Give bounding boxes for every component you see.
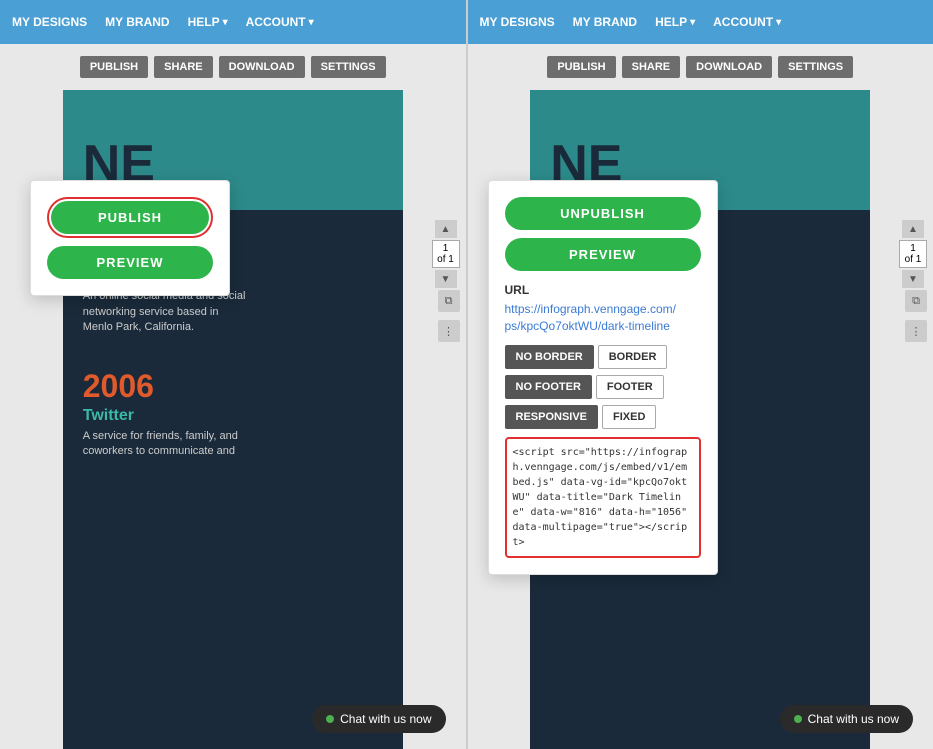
nav-help-right[interactable]: HELP ▾	[655, 15, 695, 29]
chat-dot-left	[326, 715, 334, 723]
download-btn-right[interactable]: DOWNLOAD	[686, 56, 772, 78]
right-design-area: UNPUBLISH PREVIEW URL https://infograph.…	[468, 90, 933, 749]
settings-btn-right[interactable]: SETTINGS	[778, 56, 853, 78]
right-nav: MY DESIGNS MY BRAND HELP ▾ ACCOUNT ▾	[468, 0, 933, 44]
year-2006-left: 2006	[83, 369, 383, 404]
right-toolbar: PUBLISH SHARE DOWNLOAD SETTINGS	[468, 44, 933, 90]
chat-label-left: Chat with us now	[340, 712, 431, 726]
twitter-desc-left: A service for friends, family, andcowork…	[83, 429, 383, 460]
publish-popup-right: UNPUBLISH PREVIEW URL https://infograph.…	[488, 180, 718, 575]
left-design-area: PUBLISH PREVIEW NE atforms 2004 Facebook…	[0, 90, 466, 749]
share-btn-right[interactable]: SHARE	[622, 56, 681, 78]
twitter-name-left: Twitter	[83, 407, 383, 425]
preview-green-btn[interactable]: PREVIEW	[47, 246, 213, 279]
right-panel: MY DESIGNS MY BRAND HELP ▾ ACCOUNT ▾ PUB…	[466, 0, 933, 749]
footer-toggle-row: NO FOOTER FOOTER	[505, 375, 701, 399]
border-btn[interactable]: BORDER	[598, 345, 668, 369]
chat-dot-right	[794, 715, 802, 723]
canvas-2006-left: 2006 Twitter A service for friends, fami…	[63, 349, 403, 469]
chat-button-left[interactable]: Chat with us now	[312, 705, 445, 733]
more-icon-right[interactable]: ⋮	[905, 320, 927, 342]
page-indicator-left: 1of 1	[432, 240, 460, 268]
scroll-controls-left: ▲ 1of 1 ▼	[432, 220, 460, 288]
publish-green-btn[interactable]: PUBLISH	[51, 201, 209, 234]
embed-code-box[interactable]: <script src="https://infograph.venngage.…	[505, 437, 701, 558]
publish-btn-left[interactable]: PUBLISH	[80, 56, 148, 78]
left-panel: MY DESIGNS MY BRAND HELP ▾ ACCOUNT ▾ PUB…	[0, 0, 466, 749]
no-border-btn[interactable]: NO BORDER	[505, 345, 594, 369]
publish-popup-left: PUBLISH PREVIEW	[30, 180, 230, 296]
responsive-btn[interactable]: RESPONSIVE	[505, 405, 599, 429]
scroll-controls-right: ▲ 1of 1 ▼	[899, 220, 927, 288]
left-nav: MY DESIGNS MY BRAND HELP ▾ ACCOUNT ▾	[0, 0, 466, 44]
chat-button-right[interactable]: Chat with us now	[780, 705, 913, 733]
side-icons-right: ⧉ ⋮	[905, 290, 927, 342]
border-toggle-row: NO BORDER BORDER	[505, 345, 701, 369]
facebook-desc-left: An online social media and socialnetwork…	[83, 289, 383, 335]
url-link[interactable]: https://infograph.venngage.com/ps/kpcQo7…	[505, 301, 701, 335]
publish-highlight: PUBLISH	[47, 197, 213, 238]
nav-my-brand-left[interactable]: MY BRAND	[105, 15, 169, 29]
responsive-toggle-row: RESPONSIVE FIXED	[505, 405, 701, 429]
publish-btn-right[interactable]: PUBLISH	[547, 56, 615, 78]
download-btn-left[interactable]: DOWNLOAD	[219, 56, 305, 78]
nav-my-brand-right[interactable]: MY BRAND	[573, 15, 637, 29]
side-icons-left: ⧉ ⋮	[438, 290, 460, 342]
share-btn-left[interactable]: SHARE	[154, 56, 213, 78]
footer-btn[interactable]: FOOTER	[596, 375, 664, 399]
scroll-up-left[interactable]: ▲	[435, 220, 457, 238]
scroll-down-right[interactable]: ▼	[902, 270, 924, 288]
nav-my-designs-left[interactable]: MY DESIGNS	[12, 15, 87, 29]
unpublish-btn-right[interactable]: UNPUBLISH	[505, 197, 701, 230]
url-label: URL	[505, 283, 701, 297]
nav-my-designs-right[interactable]: MY DESIGNS	[480, 15, 555, 29]
scroll-up-right[interactable]: ▲	[902, 220, 924, 238]
nav-account-left[interactable]: ACCOUNT ▾	[246, 15, 314, 29]
nav-account-right[interactable]: ACCOUNT ▾	[713, 15, 781, 29]
nav-help-left[interactable]: HELP ▾	[188, 15, 228, 29]
copy-icon-left[interactable]: ⧉	[438, 290, 460, 312]
chat-label-right: Chat with us now	[808, 712, 899, 726]
page-indicator-right: 1of 1	[899, 240, 927, 268]
copy-icon-right[interactable]: ⧉	[905, 290, 927, 312]
more-icon-left[interactable]: ⋮	[438, 320, 460, 342]
no-footer-btn[interactable]: NO FOOTER	[505, 375, 592, 399]
settings-btn-left[interactable]: SETTINGS	[311, 56, 386, 78]
scroll-down-left[interactable]: ▼	[435, 270, 457, 288]
left-toolbar: PUBLISH SHARE DOWNLOAD SETTINGS	[0, 44, 466, 90]
fixed-btn[interactable]: FIXED	[602, 405, 656, 429]
preview-btn-right[interactable]: PREVIEW	[505, 238, 701, 271]
